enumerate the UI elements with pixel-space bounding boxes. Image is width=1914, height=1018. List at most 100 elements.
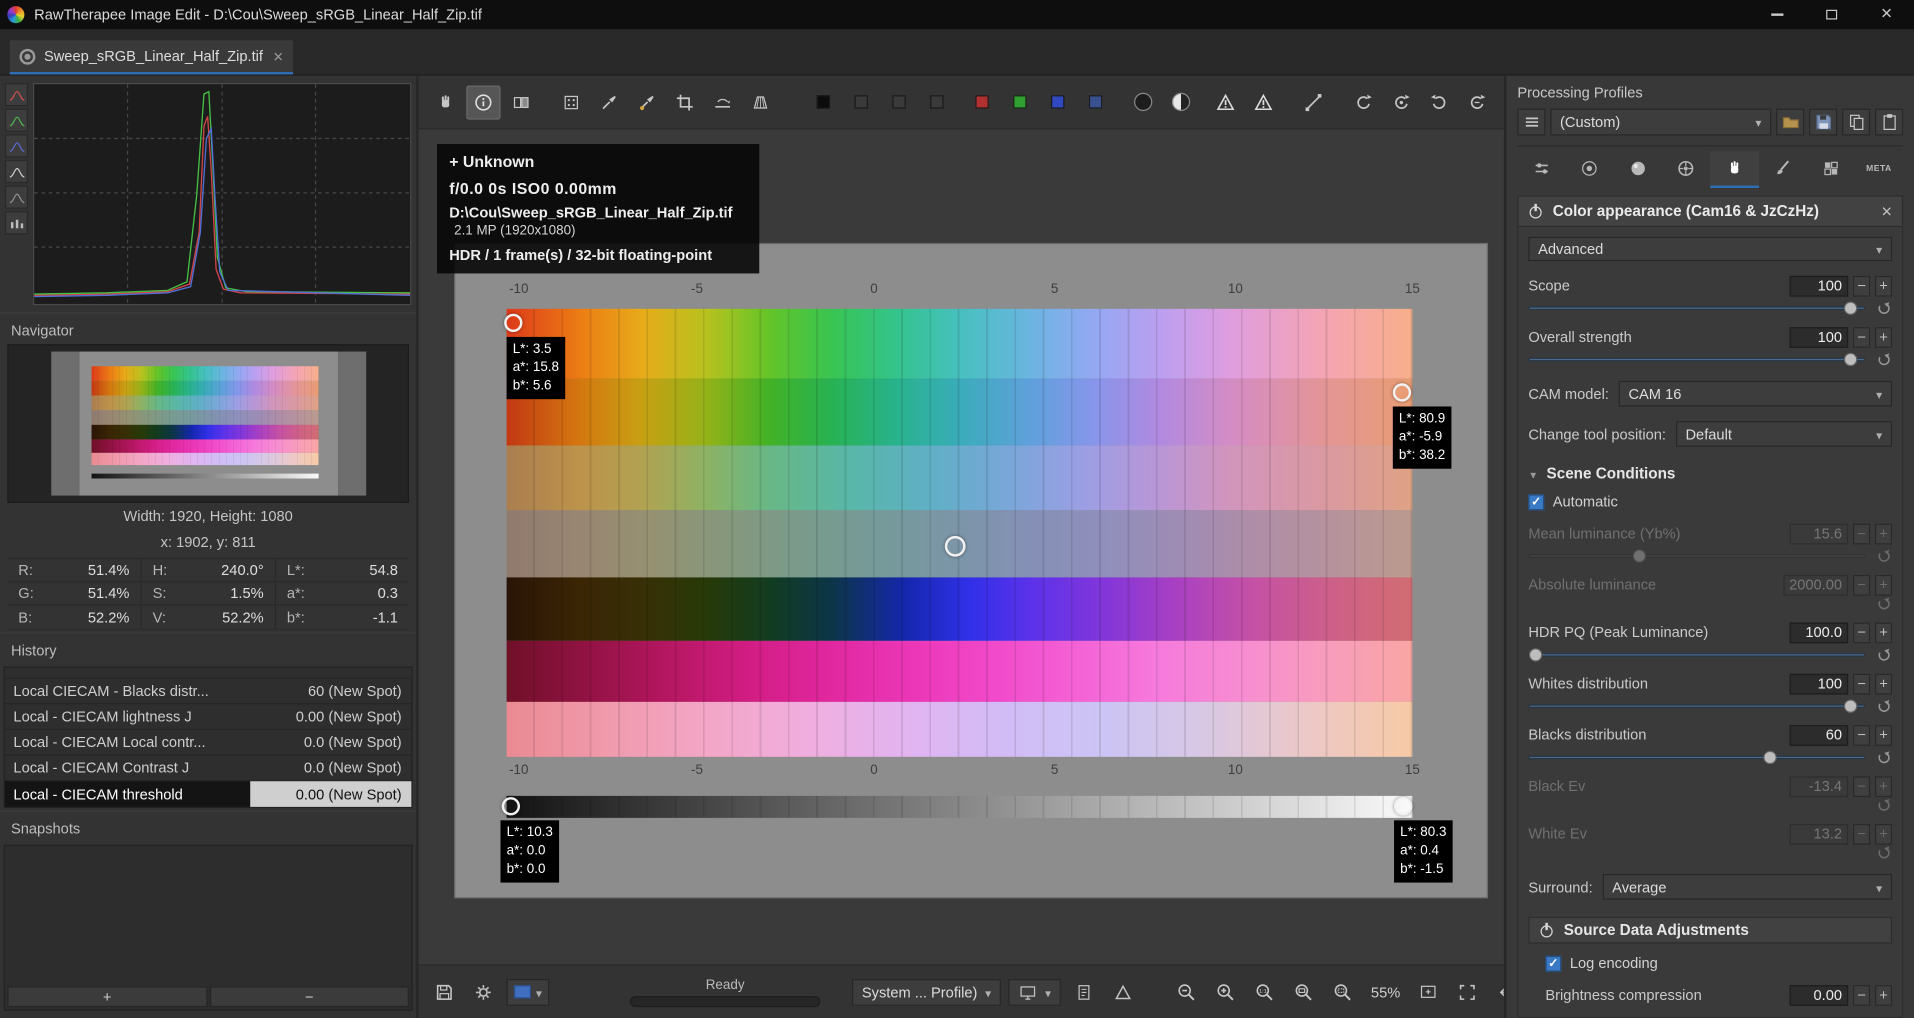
sweep-chart-image[interactable]: -10 -5 0 5 10 15 -10 -5 0 5 10 15 [455,244,1486,897]
tool-power-icon[interactable] [1528,204,1543,219]
decrement-button[interactable] [1853,984,1870,1005]
shadow-clipping-warning-icon[interactable] [1208,85,1242,119]
spot-marker-bottom-right[interactable] [1394,797,1412,815]
reset-icon[interactable] [1875,751,1892,764]
straighten-tool[interactable] [706,85,740,119]
queue-processing-button[interactable] [468,977,500,1006]
perspective-tool[interactable] [743,85,777,119]
histogram-green-toggle[interactable] [5,109,28,132]
increment-button[interactable] [1875,327,1892,348]
preview-grey-swatch-3[interactable] [919,85,953,119]
preview-grey-swatch-2[interactable] [881,85,915,119]
zoom-fit-button[interactable] [1288,977,1320,1006]
automatic-checkbox-row[interactable]: Automatic [1528,493,1892,510]
history-row-selected[interactable]: Local - CIECAM threshold 0.00 (New Spot) [5,781,411,807]
snapshots-list[interactable] [5,846,411,984]
info-toggle[interactable] [466,85,500,119]
tab-close-icon[interactable] [273,46,283,66]
gamut-status-toggle[interactable] [1107,977,1139,1006]
tab-selective-editing[interactable] [1758,151,1806,188]
scope-slider[interactable] [1528,307,1865,311]
color-picker-tool[interactable] [630,85,664,119]
param-value[interactable]: 100.0 [1790,622,1849,643]
zoom-fit-crop-button[interactable] [1327,977,1359,1006]
navigator-preview[interactable] [7,344,409,503]
param-value[interactable]: 0.00 [1790,984,1849,1005]
preview-grey-swatch-1[interactable] [844,85,878,119]
zoom-100-button[interactable]: 1:1 [1249,977,1281,1006]
history-row[interactable]: Local - CIECAM lightness J 0.00 (New Spo… [5,704,411,730]
crop-tool[interactable] [668,85,702,119]
white-balance-picker-tool[interactable] [592,85,626,119]
preview-green-channel[interactable] [1002,85,1036,119]
histogram-chroma-toggle[interactable] [5,186,28,209]
close-button[interactable] [1859,0,1914,29]
histogram-luminosity-toggle[interactable] [5,160,28,183]
main-histogram[interactable] [33,83,411,305]
fullscreen-button[interactable] [1452,977,1484,1006]
send-to-editor-button[interactable] [507,978,550,1005]
tab-color[interactable] [1614,151,1662,188]
param-value[interactable]: 100 [1790,673,1849,694]
increment-button[interactable] [1875,984,1892,1005]
navigator-thumbnail[interactable] [79,352,338,496]
zoom-out-button[interactable] [1171,977,1203,1006]
tool-close-icon[interactable] [1881,201,1892,222]
decrement-button[interactable] [1853,673,1870,694]
softproof-status-toggle[interactable] [1068,977,1100,1006]
slope-preview-icon[interactable] [1296,85,1330,119]
decrement-button[interactable] [1853,622,1870,643]
preview-blue-channel[interactable] [1040,85,1074,119]
preview-luminosity-channel[interactable] [1078,85,1112,119]
rendering-intent-dropdown[interactable] [1008,978,1061,1005]
add-detail-window-button[interactable] [1412,977,1444,1006]
log-encoding-checkbox-row[interactable]: Log encoding [1545,955,1892,972]
spot-marker-top-left[interactable] [504,314,522,332]
rotate-cw-icon[interactable] [1460,85,1494,119]
tab-metadata[interactable]: META [1855,151,1903,188]
history-row[interactable]: Local - CIECAM Local contr... 0.0 (New S… [5,730,411,756]
reset-icon[interactable] [1875,302,1892,315]
zoom-in-button[interactable] [1210,977,1242,1006]
tab-advanced[interactable] [1662,151,1710,188]
source-power-icon[interactable] [1539,923,1554,938]
reset-icon[interactable] [1875,353,1892,366]
rotate-ccw-icon[interactable] [1422,85,1456,119]
increment-button[interactable] [1875,622,1892,643]
hdr-pq-slider[interactable] [1528,653,1865,657]
cam-model-dropdown[interactable]: CAM 16 [1619,381,1892,407]
preview-red-channel[interactable] [964,85,998,119]
highlight-clipping-warning-icon[interactable] [1246,85,1280,119]
background-color-toggle[interactable] [1125,85,1159,119]
softproof-toggle[interactable] [1346,85,1380,119]
preview-black-swatch[interactable] [806,85,840,119]
minimize-button[interactable] [1749,0,1804,29]
automatic-checkbox[interactable] [1528,494,1544,510]
tab-locallab[interactable] [1710,151,1758,188]
before-after-toggle[interactable] [504,85,538,119]
spot-marker-bottom-left[interactable] [502,797,520,815]
pointer-spot-circle[interactable] [945,536,966,557]
decrement-button[interactable] [1853,275,1870,296]
profile-menu-button[interactable] [1517,109,1545,136]
add-snapshot-button[interactable]: + [7,986,207,1007]
decrement-button[interactable] [1853,725,1870,746]
load-profile-button[interactable] [1776,109,1804,136]
spot-marker-right[interactable] [1393,383,1411,401]
monitor-profile-dropdown[interactable]: System ... Profile) [852,978,1001,1005]
maximize-button[interactable] [1804,0,1859,29]
param-value[interactable]: 60 [1790,725,1849,746]
source-data-section-header[interactable]: Source Data Adjustments [1528,917,1892,944]
whites-distribution-slider[interactable] [1528,704,1865,708]
reset-icon[interactable] [1875,700,1892,713]
save-profile-button[interactable] [1809,109,1837,136]
pan-hand-tool[interactable] [428,85,462,119]
save-image-button[interactable] [428,977,460,1006]
param-value[interactable]: 100 [1790,327,1849,348]
log-encoding-checkbox[interactable] [1545,955,1561,971]
paste-profile-button[interactable] [1875,109,1903,136]
histogram-red-toggle[interactable] [5,83,28,106]
decrement-button[interactable] [1853,327,1870,348]
remove-snapshot-button[interactable]: − [209,986,409,1007]
history-row-clipped[interactable] [5,668,411,679]
